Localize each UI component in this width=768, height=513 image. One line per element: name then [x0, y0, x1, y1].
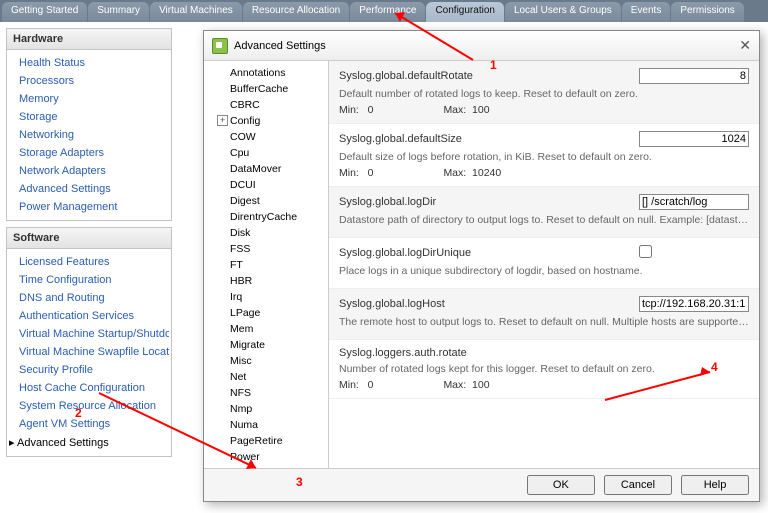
- tree-node-power[interactable]: Power: [204, 449, 328, 465]
- setting-name: Syslog.global.defaultRotate: [339, 70, 639, 82]
- setting-name: Syslog.global.logDirUnique: [339, 247, 639, 259]
- dialog-title: Advanced Settings: [234, 40, 326, 52]
- tree-node-hbr[interactable]: HBR: [204, 273, 328, 289]
- tree-node-rdmfilter[interactable]: RdmFilter: [204, 465, 328, 468]
- setting-name: Syslog.global.logDir: [339, 196, 639, 208]
- tab-configuration[interactable]: Configuration: [426, 2, 503, 22]
- tab-getting-started[interactable]: Getting Started: [2, 2, 87, 22]
- tree-node-fss[interactable]: FSS: [204, 241, 328, 257]
- tree-node-ft[interactable]: FT: [204, 257, 328, 273]
- tab-permissions[interactable]: Permissions: [671, 2, 743, 22]
- tree-node-irq[interactable]: Irq: [204, 289, 328, 305]
- tree-node-cbrc[interactable]: CBRC: [204, 97, 328, 113]
- tree-node-dcui[interactable]: DCUI: [204, 177, 328, 193]
- tree-node-annotations[interactable]: Annotations: [204, 65, 328, 81]
- tree-node-config[interactable]: Config+: [204, 113, 328, 129]
- setting-row: Syslog.global.defaultSize Default size of…: [329, 124, 759, 187]
- sidebar-item-virtual-machine-swapfile-location[interactable]: Virtual Machine Swapfile Location: [9, 343, 169, 361]
- tree-node-numa[interactable]: Numa: [204, 417, 328, 433]
- tree-node-digest[interactable]: Digest: [204, 193, 328, 209]
- hardware-header: Hardware: [7, 29, 171, 50]
- sidebar-item-licensed-features[interactable]: Licensed Features: [9, 253, 169, 271]
- sidebar-item-advanced-settings[interactable]: Advanced Settings: [9, 433, 169, 452]
- sidebar-item-storage[interactable]: Storage: [9, 108, 169, 126]
- setting-row: Syslog.global.logDirUnique Place logs in …: [329, 238, 759, 289]
- setting-input[interactable]: [639, 194, 749, 210]
- tab-virtual-machines[interactable]: Virtual Machines: [150, 2, 242, 22]
- tree-node-direntrycache[interactable]: DirentryCache: [204, 209, 328, 225]
- setting-row: Syslog.global.defaultRotate Default numbe…: [329, 61, 759, 124]
- software-section: Software Licensed FeaturesTime Configura…: [6, 227, 172, 457]
- setting-range: Min: 0Max: 100: [339, 379, 749, 391]
- sidebar-item-authentication-services[interactable]: Authentication Services: [9, 307, 169, 325]
- setting-description: Place logs in a unique subdirectory of l…: [339, 265, 749, 277]
- tree-node-pageretire[interactable]: PageRetire: [204, 433, 328, 449]
- cancel-button[interactable]: Cancel: [604, 475, 672, 495]
- sidebar-item-time-configuration[interactable]: Time Configuration: [9, 271, 169, 289]
- tree-node-nfs[interactable]: NFS: [204, 385, 328, 401]
- setting-description: Number of rotated logs kept for this log…: [339, 363, 749, 375]
- setting-name: Syslog.global.defaultSize: [339, 133, 639, 145]
- settings-panel: Syslog.global.defaultRotate Default numbe…: [329, 61, 759, 468]
- ok-button[interactable]: OK: [527, 475, 595, 495]
- software-header: Software: [7, 228, 171, 249]
- setting-input[interactable]: [639, 68, 749, 84]
- tree-node-lpage[interactable]: LPage: [204, 305, 328, 321]
- setting-description: Default size of logs before rotation, in…: [339, 151, 749, 163]
- setting-input[interactable]: [639, 296, 749, 312]
- setting-input[interactable]: [639, 131, 749, 147]
- dialog-icon: [212, 38, 228, 54]
- tree-node-nmp[interactable]: Nmp: [204, 401, 328, 417]
- setting-range: Min: 0Max: 10240: [339, 167, 749, 179]
- sidebar-item-virtual-machine-startup-shutdown[interactable]: Virtual Machine Startup/Shutdown: [9, 325, 169, 343]
- sidebar-item-networking[interactable]: Networking: [9, 126, 169, 144]
- hardware-section: Hardware Health StatusProcessorsMemorySt…: [6, 28, 172, 221]
- sidebar-item-security-profile[interactable]: Security Profile: [9, 361, 169, 379]
- sidebar-item-advanced-settings[interactable]: Advanced Settings: [9, 180, 169, 198]
- setting-checkbox[interactable]: [639, 245, 652, 258]
- setting-description: The remote host to output logs to. Reset…: [339, 316, 749, 328]
- sidebar-item-memory[interactable]: Memory: [9, 90, 169, 108]
- sidebar-item-health-status[interactable]: Health Status: [9, 54, 169, 72]
- sidebar-item-network-adapters[interactable]: Network Adapters: [9, 162, 169, 180]
- tab-resource-allocation[interactable]: Resource Allocation: [243, 2, 349, 22]
- sidebar-item-dns-and-routing[interactable]: DNS and Routing: [9, 289, 169, 307]
- close-icon[interactable]: ✕: [739, 37, 751, 54]
- setting-row: Syslog.global.logHost The remote host to …: [329, 289, 759, 340]
- setting-range: Min: 0Max: 100: [339, 104, 749, 116]
- tree-node-cpu[interactable]: Cpu: [204, 145, 328, 161]
- tree-node-migrate[interactable]: Migrate: [204, 337, 328, 353]
- tab-performance[interactable]: Performance: [350, 2, 425, 22]
- setting-name: Syslog.global.logHost: [339, 298, 639, 310]
- tree-node-cow[interactable]: COW: [204, 129, 328, 145]
- category-tree[interactable]: AnnotationsBufferCacheCBRCConfig+COWCpuD…: [204, 61, 329, 468]
- sidebar-item-agent-vm-settings[interactable]: Agent VM Settings: [9, 415, 169, 433]
- sidebar-item-host-cache-configuration[interactable]: Host Cache Configuration: [9, 379, 169, 397]
- sidebar-item-processors[interactable]: Processors: [9, 72, 169, 90]
- sidebar-item-storage-adapters[interactable]: Storage Adapters: [9, 144, 169, 162]
- tab-local-users-groups[interactable]: Local Users & Groups: [505, 2, 621, 22]
- expand-icon[interactable]: +: [217, 115, 228, 126]
- help-button[interactable]: Help: [681, 475, 749, 495]
- setting-row: Syslog.global.logDir Datastore path of di…: [329, 187, 759, 238]
- tree-node-misc[interactable]: Misc: [204, 353, 328, 369]
- sidebar-item-system-resource-allocation[interactable]: System Resource Allocation: [9, 397, 169, 415]
- tree-node-mem[interactable]: Mem: [204, 321, 328, 337]
- setting-description: Datastore path of directory to output lo…: [339, 214, 749, 226]
- setting-name: Syslog.loggers.auth.rotate: [339, 347, 639, 359]
- tree-node-net[interactable]: Net: [204, 369, 328, 385]
- tree-node-disk[interactable]: Disk: [204, 225, 328, 241]
- setting-row: Syslog.loggers.auth.rotate Number of rota…: [329, 340, 759, 399]
- tree-node-buffercache[interactable]: BufferCache: [204, 81, 328, 97]
- tab-events[interactable]: Events: [622, 2, 671, 22]
- tree-node-datamover[interactable]: DataMover: [204, 161, 328, 177]
- sidebar-item-power-management[interactable]: Power Management: [9, 198, 169, 216]
- tab-summary[interactable]: Summary: [88, 2, 149, 22]
- advanced-settings-dialog: Advanced Settings ✕ AnnotationsBufferCac…: [203, 30, 760, 502]
- setting-description: Default number of rotated logs to keep. …: [339, 88, 749, 100]
